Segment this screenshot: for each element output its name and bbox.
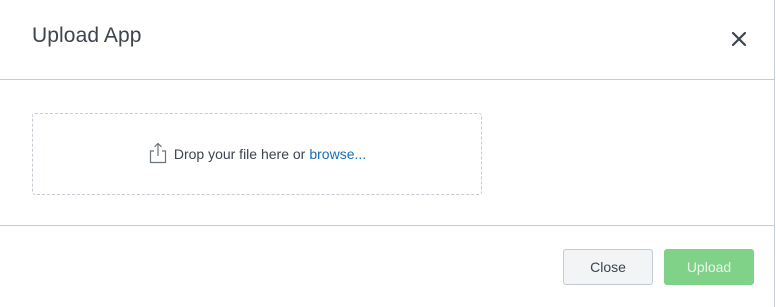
upload-icon [148, 142, 168, 164]
file-dropzone[interactable]: Drop your file here or browse... [32, 113, 482, 195]
dropzone-prompt: Drop your file here or [173, 146, 306, 162]
modal-title: Upload App [32, 24, 142, 47]
browse-link[interactable]: browse... [309, 146, 366, 162]
close-button[interactable]: Close [563, 249, 653, 285]
upload-button[interactable]: Upload [664, 249, 754, 285]
close-icon[interactable] [726, 26, 752, 52]
upload-app-modal: Upload App Drop your file here or browse… [0, 0, 775, 307]
modal-header: Upload App [0, 0, 774, 80]
modal-footer: Close Upload [0, 226, 774, 307]
modal-body: Drop your file here or browse... [0, 80, 774, 226]
